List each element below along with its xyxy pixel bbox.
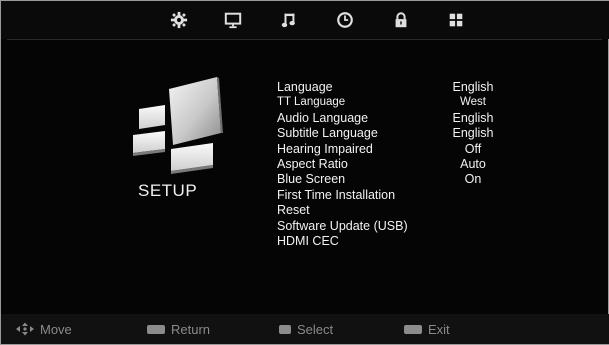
menu-item-value: Auto xyxy=(460,156,486,171)
menu-item-aspect-ratio[interactable]: Aspect Ratio Auto xyxy=(277,157,527,172)
menu-item-label: Software Update (USB) xyxy=(277,218,408,233)
menu-item-language[interactable]: Language English xyxy=(277,80,527,95)
menu-item-label: HDMI CEC xyxy=(277,233,339,248)
music-note-icon[interactable] xyxy=(279,10,299,30)
hint-exit-label: Exit xyxy=(428,321,450,337)
menu-item-tt-language[interactable]: TT Language West xyxy=(277,95,527,110)
ok-key-icon xyxy=(279,324,291,334)
menu-item-label: First Time Installation xyxy=(277,187,396,202)
menu-item-hdmi-cec[interactable]: HDMI CEC xyxy=(277,234,527,249)
setup-menu-list: Language English TT Language West Audio … xyxy=(277,80,527,249)
hint-select: Select xyxy=(279,321,333,337)
monitor-icon[interactable] xyxy=(223,10,243,30)
menu-item-label: Subtitle Language xyxy=(277,126,378,141)
gear-icon[interactable] xyxy=(169,10,189,30)
menu-item-value: English xyxy=(452,80,494,94)
menu-item-audio-language[interactable]: Audio Language English xyxy=(277,111,527,126)
menu-item-label: TT Language xyxy=(277,96,346,109)
exit-key-icon xyxy=(404,324,422,334)
move-arrows-icon xyxy=(16,322,34,336)
menu-item-value: English xyxy=(452,110,494,125)
menu-item-label: Language xyxy=(277,80,333,94)
section-title: SETUP xyxy=(138,181,198,200)
hint-move-label: Move xyxy=(40,321,72,337)
menu-item-value: On xyxy=(464,172,482,187)
hint-move: Move xyxy=(15,321,72,337)
menu-item-value: English xyxy=(452,126,494,141)
setup-tiles-icon xyxy=(129,75,225,175)
menu-item-label: Aspect Ratio xyxy=(277,156,348,171)
hint-select-label: Select xyxy=(297,321,334,337)
menu-item-software-update[interactable]: Software Update (USB) xyxy=(277,219,527,234)
hint-return-label: Return xyxy=(171,321,211,337)
lock-icon[interactable] xyxy=(391,10,411,30)
menu-item-blue-screen[interactable]: Blue Screen On xyxy=(277,172,527,187)
menu-item-subtitle-language[interactable]: Subtitle Language English xyxy=(277,126,527,141)
menu-key-icon xyxy=(147,324,165,334)
tv-setup-menu-screen: SETUP Language English TT Language West … xyxy=(0,0,609,345)
hint-exit: Exit xyxy=(404,321,450,337)
menu-item-first-time-installation[interactable]: First Time Installation xyxy=(277,188,527,203)
menu-item-label: Blue Screen xyxy=(277,172,346,187)
grid-icon[interactable] xyxy=(446,10,466,30)
menu-item-value: Off xyxy=(464,141,482,156)
hint-return: Return xyxy=(147,321,210,337)
footer-hint-bar: Move Return Select Exit xyxy=(1,314,609,344)
menu-item-label: Audio Language xyxy=(277,110,369,125)
top-tab-bar xyxy=(1,1,609,39)
clock-icon[interactable] xyxy=(335,10,355,30)
menu-item-label: Reset xyxy=(277,203,310,218)
menu-item-value: West xyxy=(460,96,486,109)
menu-item-reset[interactable]: Reset xyxy=(277,203,527,218)
menu-item-hearing-impaired[interactable]: Hearing Impaired Off xyxy=(277,142,527,157)
top-divider xyxy=(7,39,602,40)
menu-item-label: Hearing Impaired xyxy=(277,141,373,156)
